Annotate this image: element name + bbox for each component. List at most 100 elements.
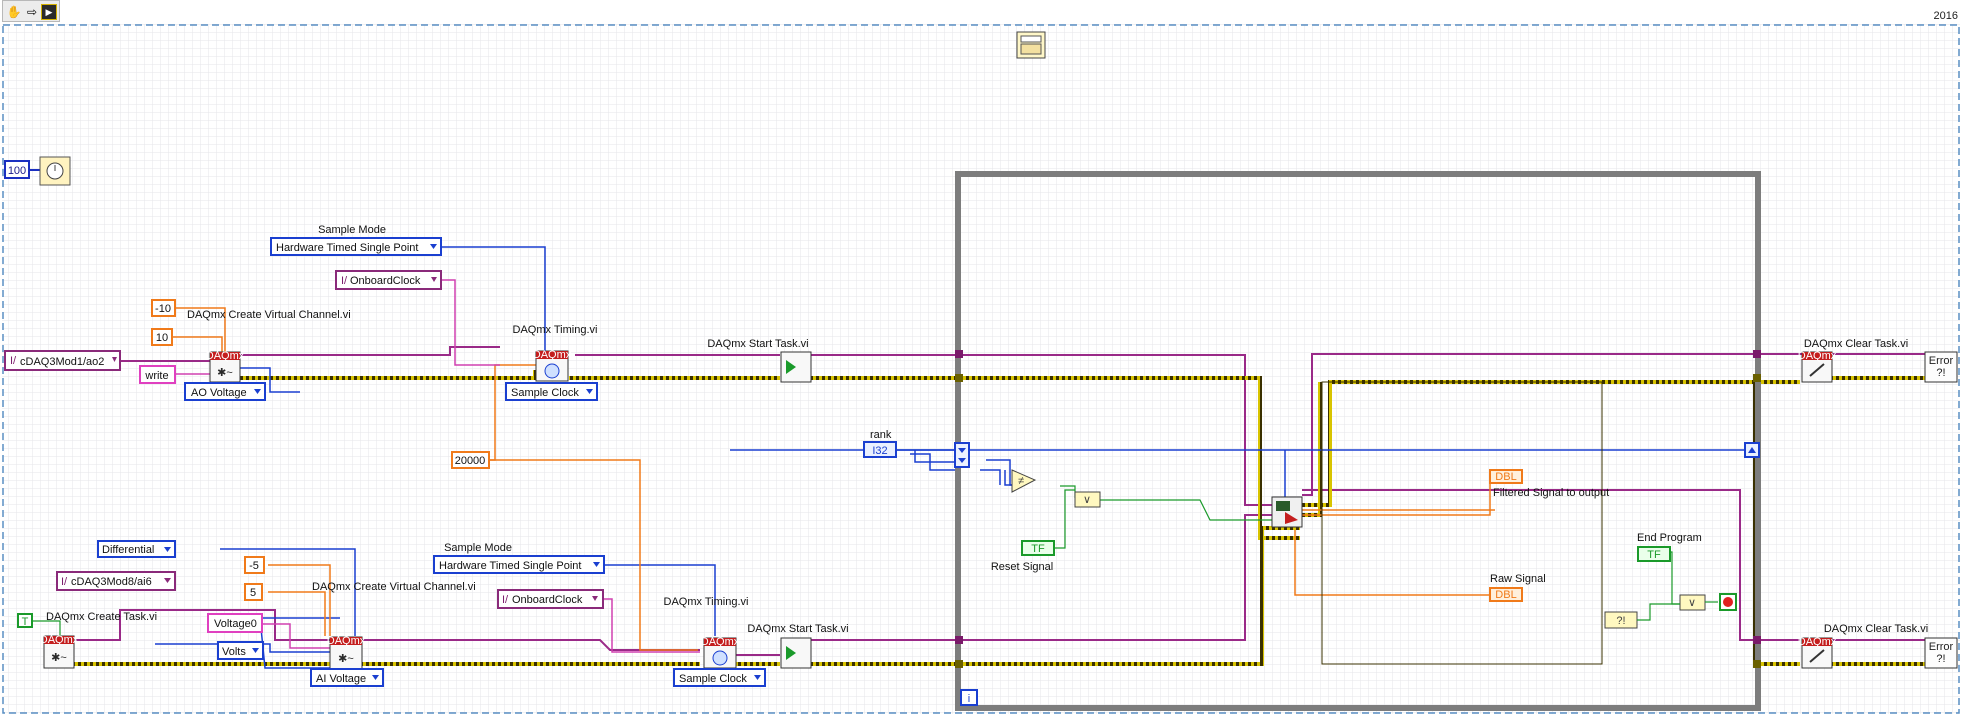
svg-text:DAQmx: DAQmx [327,635,366,647]
create-vc-node-lower[interactable]: DAQmx ✱~ [327,635,366,670]
reset-signal-control[interactable]: TF [1021,540,1055,556]
svg-text:DBL: DBL [1495,471,1516,483]
svg-text:?!: ?! [1936,367,1945,379]
ao-max-constant[interactable]: 10 [151,328,173,346]
start-node-lower[interactable] [780,637,812,669]
start-node-upper[interactable] [780,351,812,383]
svg-text:✱~: ✱~ [338,653,354,665]
sample-mode-label-upper: Sample Mode [318,224,386,236]
or-node-end[interactable]: ∨ [1679,594,1706,611]
clear-node-lower[interactable]: DAQmx [1798,636,1837,669]
svg-text:100: 100 [8,165,26,177]
rank-control[interactable]: I32 [863,441,897,458]
ai-max-constant[interactable]: 5 [244,583,263,601]
voltage-name-constant[interactable]: Voltage0 [207,613,263,633]
bool-true-constant[interactable]: T [17,613,33,628]
sample-clock-enum-upper[interactable]: Sample Clock [505,382,598,401]
timing-label-upper: DAQmx Timing.vi [513,324,598,336]
sample-clock-enum-lower[interactable]: Sample Clock [673,668,766,687]
svg-text:-10: -10 [155,303,171,315]
svg-text:Differential: Differential [102,544,154,556]
timing-node-upper[interactable]: DAQmx [533,349,572,382]
svg-text:I/: I/ [61,576,68,588]
svg-text:OnboardClock: OnboardClock [512,594,583,606]
svg-text:AO Voltage: AO Voltage [191,387,247,399]
create-vc-node-upper[interactable]: DAQmx ✱~ [206,350,245,383]
ai-min-constant[interactable]: -5 [244,556,265,574]
svg-text:Error: Error [1929,355,1954,367]
ai-terminal-enum[interactable]: Differential [97,540,176,558]
loop-stop-terminal[interactable] [1719,593,1737,611]
error-handler-lower[interactable]: Error ?! [1924,637,1958,669]
svg-text:-5: -5 [249,560,259,572]
ao-min-constant[interactable]: -10 [151,299,176,317]
loop-iteration-terminal: i [960,689,978,706]
timing-node-lower[interactable]: DAQmx [701,636,740,669]
ao-clock-constant[interactable]: I/ OnboardClock [335,270,442,290]
svg-text:DAQmx: DAQmx [40,634,79,646]
svg-text:DBL: DBL [1495,589,1516,601]
raw-signal-indicator[interactable]: DBL [1489,587,1523,602]
svg-text:i: i [968,693,970,705]
units-enum[interactable]: Volts [217,641,264,660]
svg-text:✱~: ✱~ [51,652,67,664]
svg-text:TF: TF [1647,549,1661,561]
timed-loop-icon[interactable] [1016,31,1046,59]
svg-text:DAQmx: DAQmx [1798,636,1837,648]
filtered-signal-label: Filtered Signal to output [1493,487,1609,499]
svg-text:Sample Clock: Sample Clock [679,673,747,685]
svg-text:≠: ≠ [1018,475,1024,487]
svg-text:I32: I32 [872,445,887,457]
start-label-upper: DAQmx Start Task.vi [707,338,808,350]
svg-text:?!: ?! [1616,615,1625,627]
svg-text:∨: ∨ [1083,494,1091,506]
rank-label: rank [870,429,892,441]
svg-text:TF: TF [1031,543,1045,555]
timing-label-lower: DAQmx Timing.vi [664,596,749,608]
create-vc-label-upper: DAQmx Create Virtual Channel.vi [187,309,351,321]
write-constant[interactable]: write [139,365,176,384]
svg-text:AI Voltage: AI Voltage [316,673,366,685]
create-task-node[interactable]: DAQmx ✱~ [40,634,79,669]
svg-text:DAQmx: DAQmx [1798,350,1837,362]
svg-text:Hardware Timed Single Point: Hardware Timed Single Point [439,560,581,572]
clear-label-upper: DAQmx Clear Task.vi [1804,338,1908,350]
create-task-label: DAQmx Create Task.vi [46,611,157,623]
svg-text:T: T [22,616,29,628]
ao-voltage-enum[interactable]: AO Voltage [184,382,266,401]
shift-register-right[interactable] [1744,442,1760,458]
clear-label-lower: DAQmx Clear Task.vi [1824,623,1928,635]
wait-ms-constant[interactable]: 100 [4,160,30,179]
ai-voltage-enum[interactable]: AI Voltage [310,668,384,687]
shift-register-left[interactable] [954,442,970,468]
svg-text:cDAQ3Mod8/ai6: cDAQ3Mod8/ai6 [71,576,152,588]
error-handler-upper[interactable]: Error ?! [1924,351,1958,383]
error-unbundle-node[interactable]: ?! [1604,611,1638,629]
svg-text:Error: Error [1929,641,1954,653]
diagram-canvas: 100 i I/ cDAQ3Mod1/ao2 write -10 10 DAQm… [2,24,1960,714]
block-diagram: ✋ ⇨ ▶ 2016 100 i I/ cDAQ3Mod1/ao2 write … [0,0,1962,717]
svg-text:?!: ?! [1936,653,1945,665]
or-node[interactable]: ∨ [1074,491,1101,508]
svg-text:I/: I/ [502,594,509,606]
svg-text:Sample Clock: Sample Clock [511,387,579,399]
ao-channel-constant[interactable]: I/ cDAQ3Mod1/ao2 [4,350,121,371]
svg-text:cDAQ3Mod1/ao2: cDAQ3Mod1/ao2 [20,356,104,368]
ai-clock-constant[interactable]: I/ OnboardClock [497,589,604,609]
svg-text:Volts: Volts [222,646,246,658]
filtered-signal-indicator[interactable]: DBL [1489,469,1523,484]
raw-signal-label: Raw Signal [1490,573,1546,585]
reset-signal-label: Reset Signal [991,561,1053,573]
wait-clock-icon[interactable] [39,156,71,186]
sample-mode-enum-lower[interactable]: Hardware Timed Single Point [433,555,605,574]
sample-mode-enum-upper[interactable]: Hardware Timed Single Point [270,237,442,256]
sample-mode-label-lower: Sample Mode [444,542,512,554]
svg-text:5: 5 [250,587,256,599]
clear-node-upper[interactable]: DAQmx [1798,350,1837,383]
svg-text:DAQmx: DAQmx [533,349,572,361]
rate-constant[interactable]: 20000 [451,451,490,469]
end-program-control[interactable]: TF [1637,546,1671,562]
filter-express-vi[interactable] [1271,496,1303,528]
ai-channel-constant[interactable]: I/ cDAQ3Mod8/ai6 [56,571,176,591]
svg-text:10: 10 [156,332,168,344]
